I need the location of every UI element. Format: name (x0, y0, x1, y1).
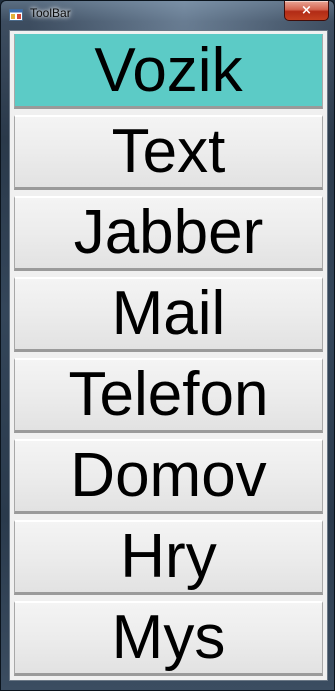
toolbar-button-label: Telefon (68, 360, 269, 429)
close-icon: × (301, 3, 312, 18)
app-window-icon[interactable] (9, 8, 23, 21)
toolbar-button-label: Text (111, 117, 226, 186)
toolbar-button-vozik[interactable]: Vozik (14, 34, 323, 109)
toolbar-button-text[interactable]: Text (14, 115, 323, 190)
toolbar-button-domov[interactable]: Domov (14, 439, 323, 514)
toolbar-button-label: Vozik (94, 36, 243, 105)
title-bar[interactable]: ToolBar × (1, 1, 334, 29)
toolbar-button-mys[interactable]: Mys (14, 601, 323, 676)
close-button[interactable]: × (284, 1, 329, 21)
toolbar-button-label: Mail (111, 279, 226, 348)
toolbar-panel: Vozik Text Jabber Mail Telefon Domov Hry… (9, 30, 328, 681)
toolbar-button-list: Vozik Text Jabber Mail Telefon Domov Hry… (14, 34, 323, 682)
window-title: ToolBar (30, 6, 71, 20)
toolbar-button-label: Mys (111, 603, 226, 672)
toolbar-button-hry[interactable]: Hry (14, 520, 323, 595)
toolbar-button-label: Hry (120, 522, 217, 591)
toolbar-button-jabber[interactable]: Jabber (14, 196, 323, 271)
toolbar-button-label: Domov (70, 441, 267, 510)
toolbar-button-label: Jabber (73, 198, 264, 267)
toolbar-button-telefon[interactable]: Telefon (14, 358, 323, 433)
toolbar-button-mail[interactable]: Mail (14, 277, 323, 352)
app-window: ToolBar × Vozik Text Jabber Mail Telefon… (0, 0, 335, 691)
